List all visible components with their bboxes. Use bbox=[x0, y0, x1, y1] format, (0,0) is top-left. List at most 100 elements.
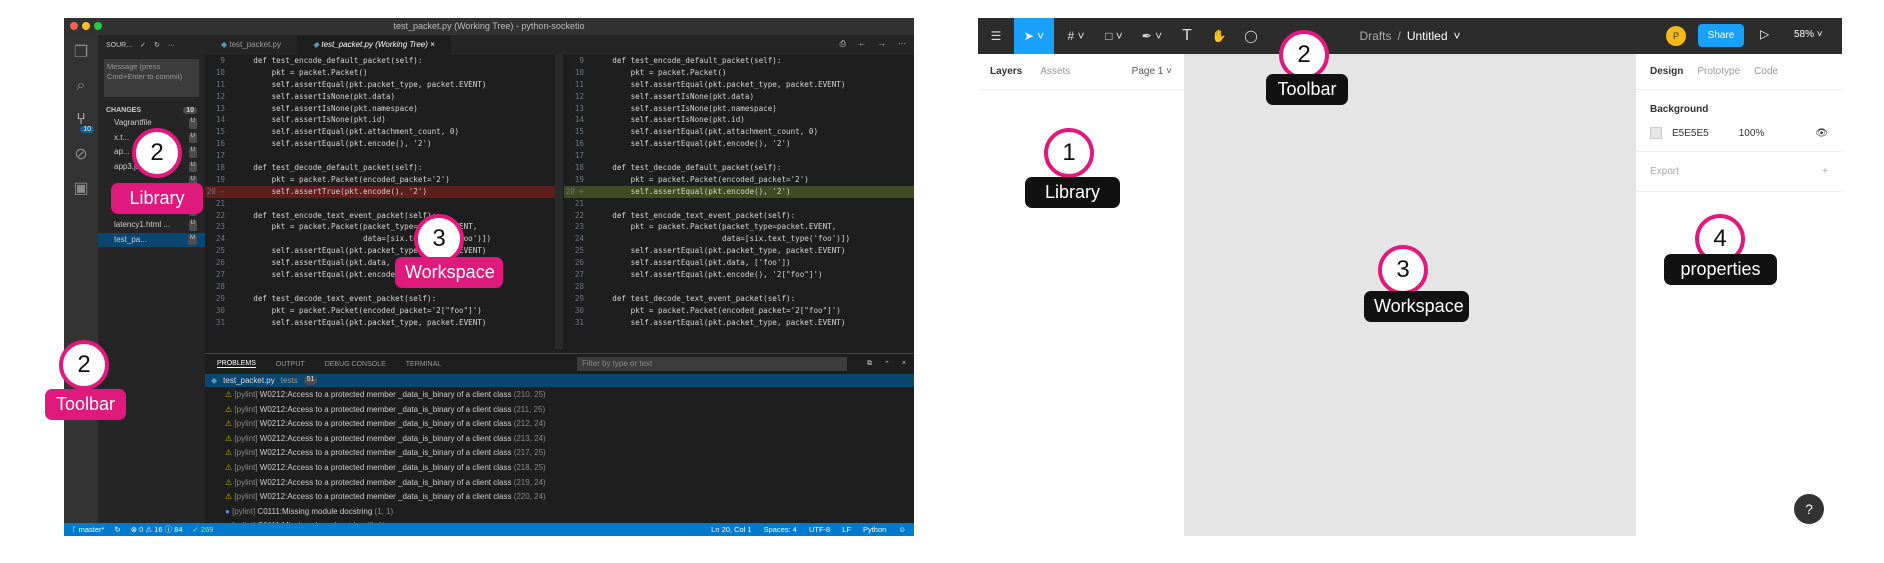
indentation[interactable]: Spaces: 4 bbox=[764, 525, 797, 534]
code-line[interactable]: 24 data=[six.text_type('foo')]) bbox=[205, 233, 555, 245]
language-mode[interactable]: Python bbox=[863, 525, 886, 534]
pen-tool-icon[interactable]: ✒ ˅ bbox=[1134, 18, 1170, 54]
more-icon[interactable]: ··· bbox=[168, 42, 175, 49]
close-panel-icon[interactable]: × bbox=[902, 360, 906, 368]
problem-counts[interactable]: ⊗ 0 ⚠ 16 ⓘ 84 bbox=[131, 524, 183, 535]
tab-output[interactable]: OUTPUT bbox=[276, 361, 305, 368]
avatar[interactable]: P bbox=[1666, 26, 1686, 46]
frame-tool-icon[interactable]: # ˅ bbox=[1058, 18, 1094, 54]
code-line[interactable]: 18 def test_decode_default_packet(self): bbox=[205, 162, 555, 174]
main-menu-icon[interactable]: ☰ bbox=[978, 18, 1014, 54]
code-line[interactable]: 16 self.assertEqual(pkt.encode(), '2') bbox=[205, 138, 555, 150]
problem-item[interactable]: ⚠ [pylint] W0212:Access to a protected m… bbox=[205, 431, 914, 446]
test-count[interactable]: ✓ 269 bbox=[193, 525, 214, 534]
code-line[interactable]: 23 pkt = packet.Packet(packet_type=packe… bbox=[205, 221, 555, 233]
previous-change-icon[interactable]: ← bbox=[858, 39, 866, 51]
code-line[interactable]: 22 def test_encode_text_event_packet(sel… bbox=[205, 210, 555, 222]
code-line[interactable]: 9 def test_encode_default_packet(self): bbox=[205, 55, 555, 67]
code-line[interactable]: 14 self.assertIsNone(pkt.id) bbox=[205, 114, 555, 126]
code-line[interactable]: 23 pkt = packet.Packet(packet_type=packe… bbox=[564, 221, 914, 233]
cursor-position[interactable]: Ln 20, Col 1 bbox=[711, 525, 751, 534]
problem-item[interactable]: ⚠ [pylint] W0212:Access to a protected m… bbox=[205, 475, 914, 490]
code-line[interactable]: 29 def test_decode_text_event_packet(sel… bbox=[564, 293, 914, 305]
source-control-icon[interactable]: ⑂ 10 bbox=[64, 103, 98, 137]
move-tool-icon[interactable]: ➤ ˅ bbox=[1014, 18, 1054, 54]
background-swatch[interactable] bbox=[1650, 127, 1662, 139]
code-line[interactable]: 11 self.assertEqual(pkt.packet_type, pac… bbox=[564, 79, 914, 91]
collapse-all-icon[interactable]: ⧉ bbox=[867, 360, 872, 368]
code-line[interactable]: 27 self.assertEqual(pkt.encode(), '2["fo… bbox=[564, 269, 914, 281]
code-line[interactable]: 18 def test_decode_default_packet(self): bbox=[564, 162, 914, 174]
problem-item[interactable]: ● [pylint] C0111:Missing module docstrin… bbox=[205, 504, 914, 519]
problems-file-row[interactable]: ◆ test_packet.py tests 51 bbox=[205, 374, 914, 387]
add-export-icon[interactable]: + bbox=[1822, 166, 1828, 177]
tab-problems[interactable]: PROBLEMS bbox=[217, 360, 256, 368]
background-hex[interactable]: E5E5E5 bbox=[1672, 128, 1709, 139]
present-icon[interactable]: ▷ bbox=[1760, 27, 1769, 41]
background-opacity[interactable]: 100% bbox=[1739, 128, 1765, 139]
diff-editor[interactable]: 9 def test_encode_default_packet(self): 1… bbox=[205, 55, 914, 349]
code-line[interactable]: 20 - self.assertTrue(pkt.encode(), '2') bbox=[205, 185, 555, 198]
code-line[interactable]: 10 pkt = packet.Packet() bbox=[205, 67, 555, 79]
problems-filter-input[interactable]: Filter by type or text bbox=[577, 357, 848, 371]
open-file-icon[interactable]: ⎙ bbox=[840, 39, 846, 51]
tab-layers[interactable]: Layers bbox=[990, 66, 1022, 77]
file-name[interactable]: Untitled bbox=[1407, 29, 1448, 43]
changed-file-item[interactable]: latency1.html ... U bbox=[98, 218, 205, 233]
code-line[interactable]: 24 data=[six.text_type('foo')]) bbox=[564, 233, 914, 245]
tab-prototype[interactable]: Prototype bbox=[1697, 66, 1740, 77]
code-line[interactable]: 30 pkt = packet.Packet(encoded_packet='2… bbox=[205, 305, 555, 317]
text-tool-icon[interactable]: T bbox=[1172, 18, 1202, 54]
next-change-icon[interactable]: → bbox=[878, 39, 886, 51]
commit-check-icon[interactable]: ✓ bbox=[140, 41, 146, 49]
code-line[interactable]: 26 self.assertEqual(pkt.data, ['foo']) bbox=[564, 257, 914, 269]
eye-icon[interactable]: 👁 bbox=[1815, 128, 1828, 139]
code-line[interactable]: 10 pkt = packet.Packet() bbox=[564, 67, 914, 79]
chevron-down-icon[interactable]: ˅ bbox=[1454, 29, 1461, 43]
changed-file-item[interactable]: test_pa... M bbox=[98, 232, 205, 248]
explorer-icon[interactable]: ❐ bbox=[64, 35, 98, 69]
debug-icon[interactable]: ⊘ bbox=[64, 137, 98, 171]
diff-scrollbar[interactable] bbox=[555, 55, 563, 349]
code-line[interactable]: 13 self.assertIsNone(pkt.namespace) bbox=[205, 103, 555, 115]
code-line[interactable]: 19 pkt = packet.Packet(encoded_packet='2… bbox=[564, 174, 914, 186]
code-line[interactable]: 17 bbox=[205, 150, 555, 162]
more-actions-icon[interactable]: ··· bbox=[898, 39, 906, 51]
tab-code[interactable]: Code bbox=[1754, 66, 1778, 77]
code-line[interactable]: 16 self.assertEqual(pkt.encode(), '2') bbox=[564, 138, 914, 150]
tab-test-packet-working-tree[interactable]: ◆ test_packet.py (Working Tree) × bbox=[296, 35, 451, 55]
breadcrumb-drafts[interactable]: Drafts bbox=[1359, 29, 1391, 43]
page-selector[interactable]: Page 1 ˅ bbox=[1132, 66, 1172, 77]
maximize-panel-icon[interactable]: ⌃ bbox=[884, 360, 890, 368]
code-line[interactable]: 25 self.assertEqual(pkt.packet_type, pac… bbox=[205, 245, 555, 257]
tab-design[interactable]: Design bbox=[1650, 66, 1683, 77]
changes-header[interactable]: CHANGES 10 bbox=[98, 101, 205, 116]
extensions-icon[interactable]: ▣ bbox=[64, 171, 98, 205]
commit-message-input[interactable]: Message (press Cmd+Enter to commit) bbox=[104, 59, 199, 97]
code-line[interactable]: 21 bbox=[564, 198, 914, 210]
problem-item[interactable]: ⚠ [pylint] W0212:Access to a protected m… bbox=[205, 416, 914, 431]
tab-debug-console[interactable]: DEBUG CONSOLE bbox=[325, 361, 386, 368]
shape-tool-icon[interactable]: □ ˅ bbox=[1096, 18, 1132, 54]
hand-tool-icon[interactable]: ✋ bbox=[1204, 18, 1234, 54]
zoom-level[interactable]: 58% ˅ bbox=[1794, 29, 1823, 40]
code-line[interactable]: 14 self.assertIsNone(pkt.id) bbox=[564, 114, 914, 126]
code-line[interactable]: 25 self.assertEqual(pkt.packet_type, pac… bbox=[564, 245, 914, 257]
branch-indicator[interactable]: ᚴ master* bbox=[72, 525, 104, 534]
code-line[interactable]: 15 self.assertEqual(pkt.attachment_count… bbox=[564, 126, 914, 138]
code-line[interactable]: 13 self.assertIsNone(pkt.namespace) bbox=[564, 103, 914, 115]
encoding[interactable]: UTF-8 bbox=[809, 525, 830, 534]
share-button[interactable]: Share bbox=[1698, 24, 1744, 47]
diff-right-pane[interactable]: 9 def test_encode_default_packet(self): 1… bbox=[564, 55, 914, 349]
problem-item[interactable]: ⚠ [pylint] W0212:Access to a protected m… bbox=[205, 445, 914, 460]
code-line[interactable]: 12 self.assertIsNone(pkt.data) bbox=[205, 91, 555, 103]
code-line[interactable]: 19 pkt = packet.Packet(encoded_packet='2… bbox=[205, 174, 555, 186]
refresh-icon[interactable]: ↻ bbox=[154, 41, 160, 49]
code-line[interactable]: 17 bbox=[564, 150, 914, 162]
code-line[interactable]: 15 self.assertEqual(pkt.attachment_count… bbox=[205, 126, 555, 138]
code-line[interactable]: 28 bbox=[564, 281, 914, 293]
code-line[interactable]: 31 self.assertEqual(pkt.packet_type, pac… bbox=[205, 317, 555, 329]
problem-item[interactable]: ⚠ [pylint] W0212:Access to a protected m… bbox=[205, 402, 914, 417]
problem-item[interactable]: ⚠ [pylint] W0212:Access to a protected m… bbox=[205, 460, 914, 475]
search-icon[interactable]: ⌕ bbox=[64, 69, 98, 103]
